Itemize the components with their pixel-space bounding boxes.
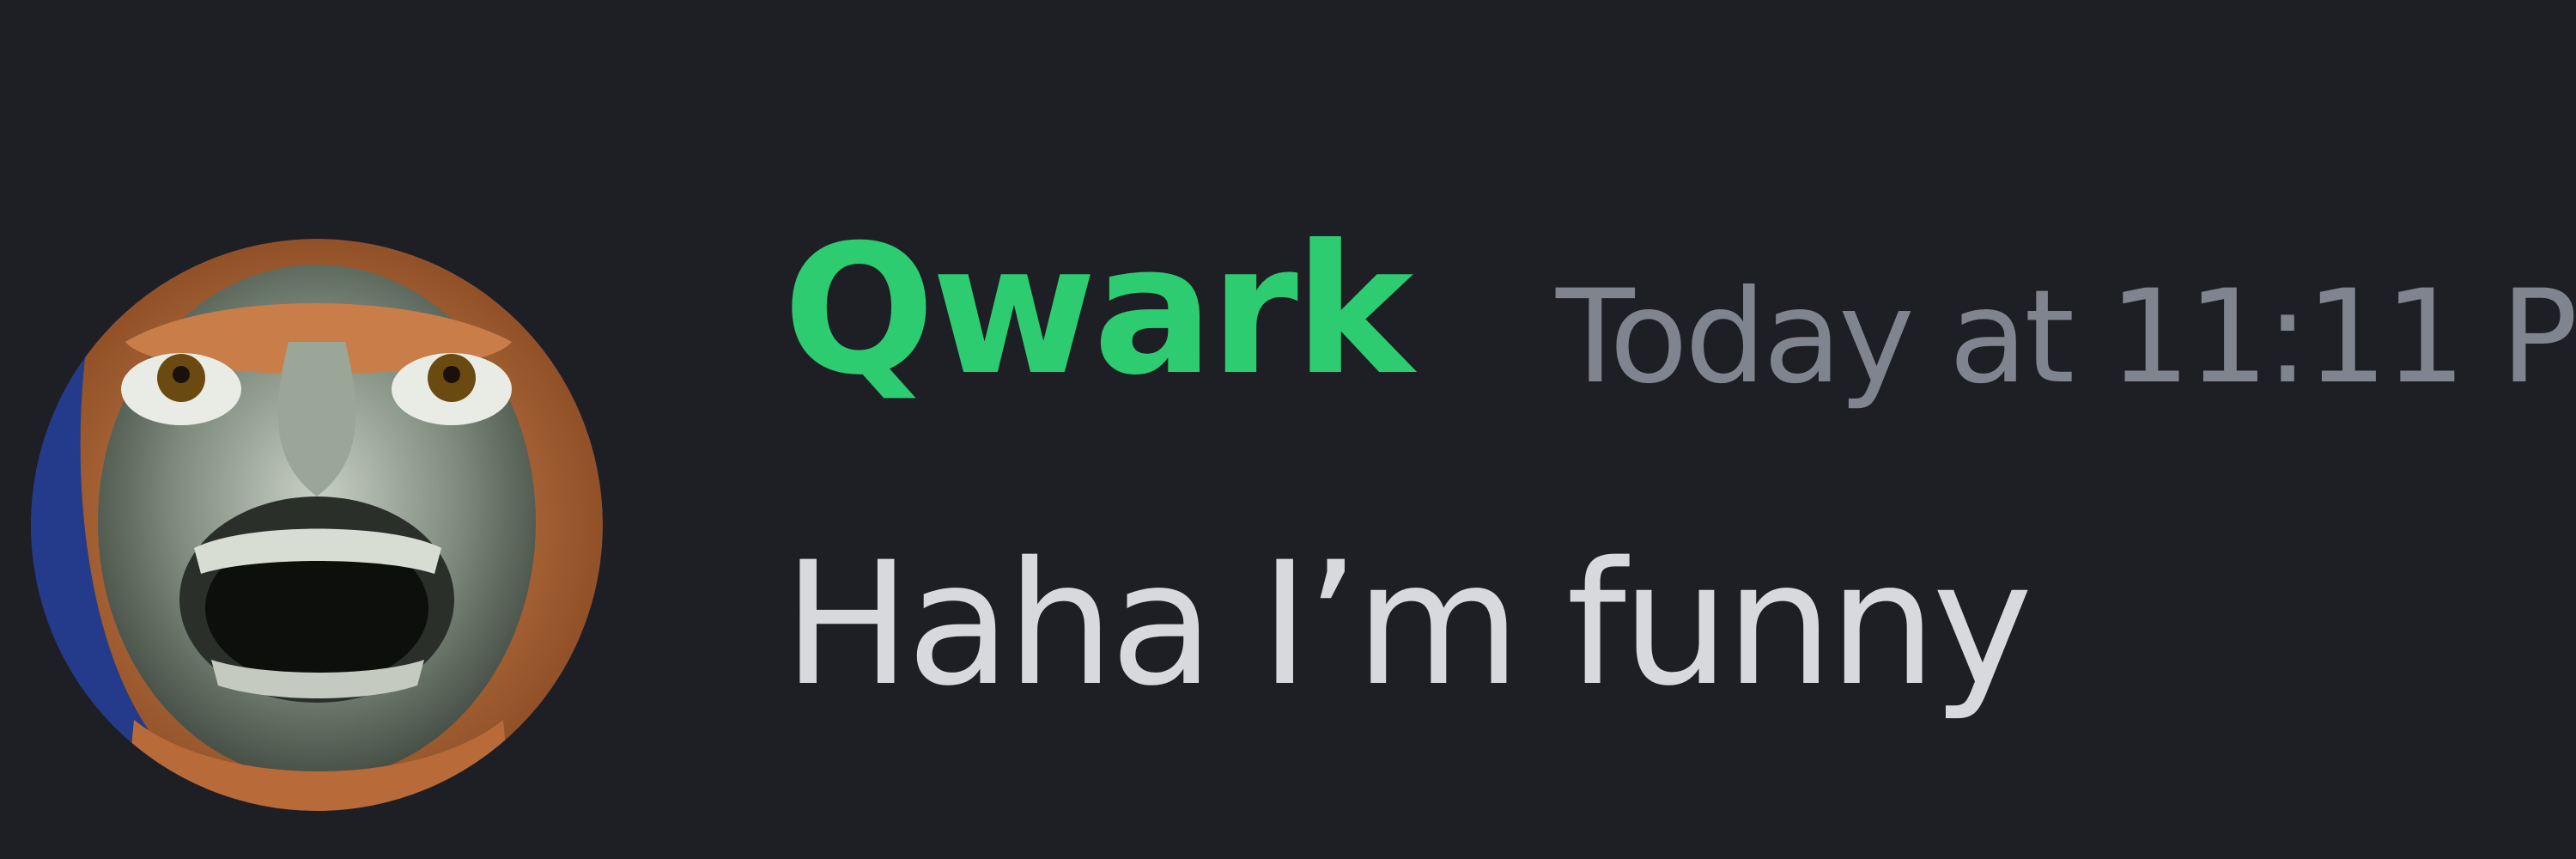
- qwark-avatar-icon: [31, 239, 603, 811]
- message-text: Haha I’m funny: [783, 525, 2032, 723]
- username[interactable]: Qwark: [783, 222, 1413, 400]
- timestamp: Today at 11:11 PM: [1556, 263, 2576, 412]
- avatar[interactable]: [31, 239, 603, 811]
- chat-message: Qwark Today at 11:11 PM Haha I’m funny: [0, 0, 2576, 859]
